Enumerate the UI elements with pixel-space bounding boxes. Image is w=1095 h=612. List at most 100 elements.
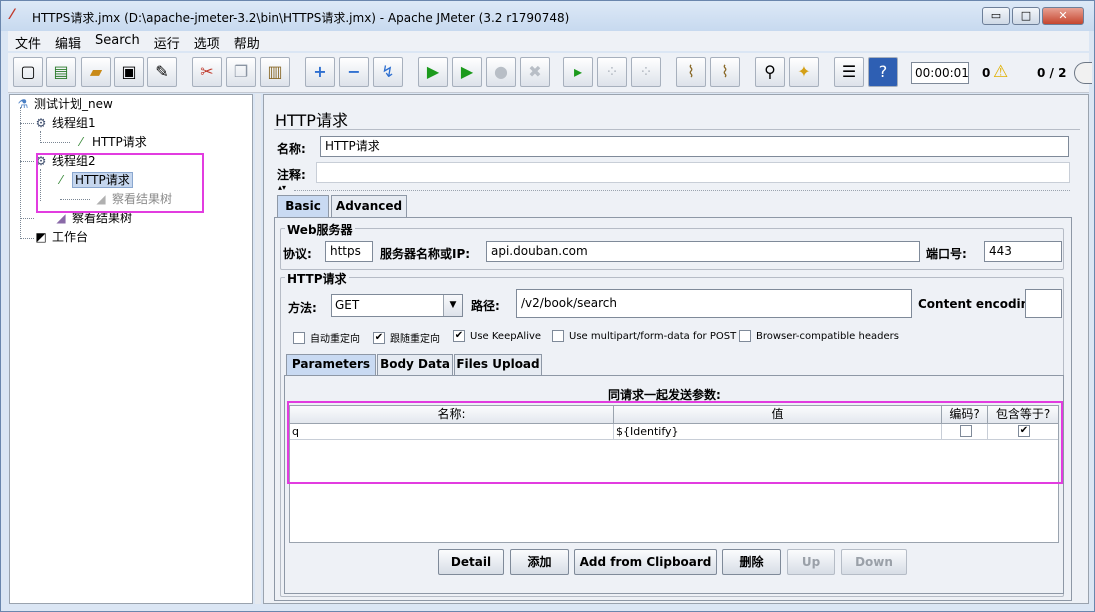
function-helper-icon[interactable]: ☰ [834,57,864,87]
name-label: 名称: [277,142,306,156]
templates-icon[interactable]: ▤ [46,57,76,87]
toolbar: ▢ ▤ ▰ ▣ ✎ ✂ ❐ ▥ + − ↯ ▶ ▶ ● ✖ ▸ ⁘ ⁘ ⌇ ⌇ … [8,53,1092,93]
title-bar: ⁄ HTTPS请求.jmx (D:\apache-jmeter-3.2\bin\… [1,1,1094,31]
content-encoding-field[interactable] [1025,289,1062,318]
help-icon[interactable]: ? [868,57,898,87]
tab-body-data[interactable]: Body Data [377,354,453,375]
path-field[interactable]: /v2/book/search [516,289,912,318]
cut-icon[interactable]: ✂ [192,57,222,87]
detail-button[interactable]: Detail [438,549,504,575]
option-multipart[interactable]: Use multipart/form-data for POST [552,330,736,342]
split-pane-divider[interactable] [255,94,261,604]
tree-node-thread-group-1[interactable]: ⚙ 线程组1 [33,114,96,132]
remote-shutdown-icon[interactable]: ⁘ [631,57,661,87]
new-icon[interactable]: ▢ [13,57,43,87]
close-button[interactable]: ✕ [1042,7,1084,25]
menu-bar: 文件 编辑 Search 运行 选项 帮助 [8,31,1089,52]
comment-field[interactable] [316,162,1070,183]
checkbox-checked[interactable]: ✔ [373,331,385,344]
test-plan-tree: ⚗ 测试计划_new ⚙ 线程组1 ⁄ HTTP请求 ⚙ 线程组2 ⁄ HTTP请求 ◢ 察… [9,94,253,604]
stop-icon[interactable]: ● [486,57,516,87]
tree-node-http-sampler-1[interactable]: ⁄ HTTP请求 [73,133,147,151]
clear-icon[interactable]: ⌇ [676,57,706,87]
menu-search[interactable]: Search [88,31,147,51]
server-label: 服务器名称或IP: [380,247,471,261]
comment-label: 注释: [277,168,306,182]
method-label: 方法: [288,301,317,315]
port-field[interactable]: 443 [984,241,1062,262]
elapsed-time: 00:00:01 [911,62,969,84]
http-request-group-title: HTTP请求 [285,270,349,287]
checkbox-unchecked[interactable] [739,330,751,342]
menu-edit[interactable]: 编辑 [48,31,88,52]
tab-parameters[interactable]: Parameters [286,354,376,375]
remote-stop-icon[interactable]: ⁘ [597,57,627,87]
content-encoding-label: Content encoding: [918,297,1043,311]
protocol-label: 协议: [283,247,312,261]
warning-icon[interactable]: ⚠ [993,62,1008,82]
open-icon[interactable]: ▰ [81,57,111,87]
tab-basic[interactable]: Basic [277,195,329,217]
method-value: GET [335,298,360,312]
remote-start-icon[interactable]: ▸ [563,57,593,87]
save-as-icon[interactable]: ✎ [147,57,177,87]
up-button[interactable]: Up [787,549,835,575]
thread-group-gear-icon: ⚙ [35,116,47,130]
http-request-editor: HTTP请求 名称: HTTP请求 注释: ▴▾ Basic Advanced … [263,94,1089,604]
tree-node-workbench[interactable]: ◩ 工作台 [33,228,88,246]
add-from-clipboard-button[interactable]: Add from Clipboard [574,549,717,575]
expand-all-icon[interactable]: + [305,57,335,87]
save-icon[interactable]: ▣ [114,57,144,87]
down-button[interactable]: Down [841,549,907,575]
web-server-title: Web服务器 [285,221,355,238]
collapse-arrows-icon[interactable]: ▴▾ [278,183,286,192]
path-label: 路径: [471,299,500,313]
start-icon[interactable]: ▶ [418,57,448,87]
menu-file[interactable]: 文件 [8,31,48,52]
jmeter-window: ⁄ HTTPS请求.jmx (D:\apache-jmeter-3.2\bin\… [0,0,1095,612]
checkbox-checked[interactable]: ✔ [453,330,465,342]
add-button[interactable]: 添加 [510,549,569,575]
warning-count: 0 [982,66,991,80]
loading-indicator-icon [1074,62,1092,84]
method-select[interactable]: GET ▼ [331,294,463,317]
test-plan-icon: ⚗ [17,97,29,111]
tab-advanced[interactable]: Advanced [331,195,407,217]
chevron-down-icon: ▼ [443,295,462,316]
collapse-all-icon[interactable]: − [339,57,369,87]
paste-icon[interactable]: ▥ [260,57,290,87]
parameters-tab-content: 同请求一起发送参数: 名称: 值 编码? 包含等于? q ${Identify}… [284,375,1064,594]
name-field[interactable]: HTTP请求 [320,136,1069,157]
menu-run[interactable]: 运行 [147,31,187,52]
sampler-pipette-icon: ⁄ [79,135,82,149]
option-browser-headers[interactable]: Browser-compatible headers [739,330,899,342]
maximize-button[interactable]: □ [1012,7,1040,25]
tab-files-upload[interactable]: Files Upload [454,354,542,375]
search-icon[interactable]: ⚲ [755,57,785,87]
checkbox-unchecked[interactable] [293,331,305,344]
window-controls: ▭ □ ✕ [982,7,1084,25]
option-auto-redirect[interactable]: 自动重定向 [293,330,360,345]
option-keepalive[interactable]: ✔ Use KeepAlive [453,330,541,342]
toggle-icon[interactable]: ↯ [373,57,403,87]
protocol-field[interactable]: https [325,241,373,262]
active-threads: 0 / 2 [1037,66,1067,80]
server-field[interactable]: api.douban.com [486,241,920,262]
shutdown-icon[interactable]: ✖ [520,57,550,87]
copy-icon[interactable]: ❐ [226,57,256,87]
page-title: HTTP请求 [275,111,348,130]
delete-button[interactable]: 删除 [722,549,781,575]
jmeter-feather-icon: ⁄ [11,7,14,23]
annotation-highlight-table [287,401,1063,484]
minimize-button[interactable]: ▭ [982,7,1010,25]
menu-help[interactable]: 帮助 [227,31,267,52]
tree-node-test-plan[interactable]: ⚗ 测试计划_new [15,95,113,113]
checkbox-unchecked[interactable] [552,330,564,342]
start-no-pauses-icon[interactable]: ▶ [452,57,482,87]
clear-all-icon[interactable]: ⌇ [710,57,740,87]
workbench-icon: ◩ [35,230,47,244]
option-follow-redirects[interactable]: ✔ 跟随重定向 [373,330,440,345]
menu-options[interactable]: 选项 [187,31,227,52]
port-label: 端口号: [926,247,967,261]
reset-search-icon[interactable]: ✦ [789,57,819,87]
